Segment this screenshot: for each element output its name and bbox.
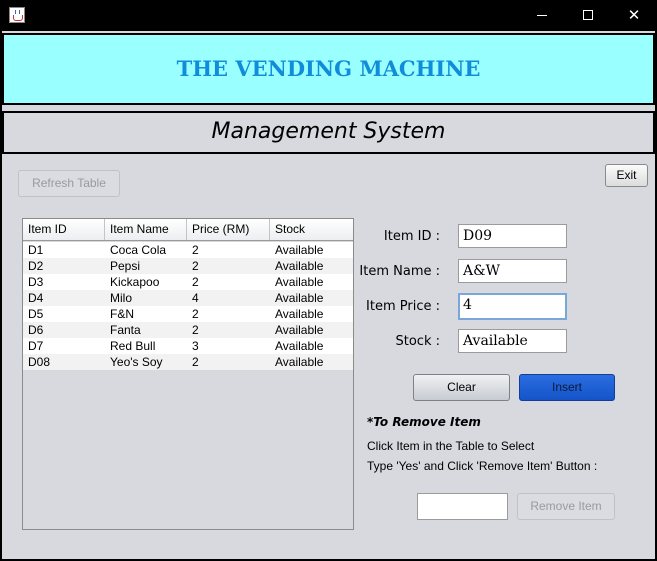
table-cell: 4 <box>192 291 199 305</box>
table-cell: Coca Cola <box>110 243 167 257</box>
items-table[interactable]: Item ID Item Name Price (RM) Stock D1 Coc… <box>22 218 354 530</box>
table-cell: D5 <box>28 307 44 321</box>
close-icon: ✕ <box>627 6 641 24</box>
table-cell: D1 <box>28 243 44 257</box>
table-cell: Available <box>275 339 324 353</box>
table-cell: Milo <box>110 291 133 305</box>
column-header-price[interactable]: Price (RM) <box>187 219 270 240</box>
table-row[interactable]: D08 Yeo's Soy 2 Available <box>23 354 353 370</box>
table-cell: Available <box>275 323 324 337</box>
page-subtitle: Management System <box>211 119 446 144</box>
table-cell: 2 <box>192 259 199 273</box>
item-price-label: Item Price : <box>366 299 440 314</box>
title-bar: ✕ <box>0 0 657 31</box>
table-cell: F&N <box>110 307 134 321</box>
remove-instruction-1: Click Item in the Table to Select <box>367 439 535 453</box>
table-cell: D4 <box>28 291 44 305</box>
table-cell: Red Bull <box>110 339 156 353</box>
table-cell: 2 <box>192 323 199 337</box>
column-header-item-id[interactable]: Item ID <box>23 219 105 240</box>
maximize-icon <box>583 10 593 20</box>
header-banner: THE VENDING MACHINE <box>2 33 655 105</box>
main-panel: THE VENDING MACHINE Management System Re… <box>2 31 655 559</box>
table-cell: 3 <box>192 339 199 353</box>
table-cell: Yeo's Soy <box>110 355 163 369</box>
table-row[interactable]: D4 Milo 4 Available <box>23 290 353 306</box>
remove-item-button[interactable]: Remove Item <box>517 493 615 520</box>
table-cell: 2 <box>192 243 199 257</box>
clear-button[interactable]: Clear <box>413 374 510 401</box>
close-button[interactable]: ✕ <box>611 0 657 31</box>
table-cell: Available <box>275 355 324 369</box>
column-header-item-name[interactable]: Item Name <box>105 219 187 240</box>
table-cell: D6 <box>28 323 44 337</box>
stock-field[interactable]: Available <box>458 329 567 353</box>
table-cell: 2 <box>192 275 199 289</box>
minimize-button[interactable] <box>519 0 565 31</box>
remove-item-heading: *To Remove Item <box>367 415 481 429</box>
item-name-field[interactable]: A&W <box>458 259 567 283</box>
exit-button[interactable]: Exit <box>605 164 648 187</box>
remove-confirm-input[interactable] <box>417 493 508 520</box>
column-header-stock[interactable]: Stock <box>270 219 353 240</box>
table-cell: Kickapoo <box>110 275 160 289</box>
table-cell: Available <box>275 275 324 289</box>
table-cell: 2 <box>192 355 199 369</box>
item-id-label: Item ID : <box>383 229 440 244</box>
table-cell: Available <box>275 307 324 321</box>
minimize-icon <box>537 15 547 16</box>
table-cell: Available <box>275 243 324 257</box>
page-title: THE VENDING MACHINE <box>176 56 481 81</box>
maximize-button[interactable] <box>565 0 611 31</box>
table-cell: D08 <box>28 355 51 369</box>
table-row[interactable]: D5 F&N 2 Available <box>23 306 353 322</box>
table-row[interactable]: D7 Red Bull 3 Available <box>23 338 353 354</box>
java-cup-icon <box>9 7 25 23</box>
table-cell: Fanta <box>110 323 141 337</box>
table-row[interactable]: D2 Pepsi 2 Available <box>23 258 353 274</box>
subtitle-banner: Management System <box>2 111 655 154</box>
item-id-field[interactable]: D09 <box>458 224 567 248</box>
remove-instruction-2: Type 'Yes' and Click 'Remove Item' Butto… <box>367 459 598 473</box>
table-row[interactable]: D3 Kickapoo 2 Available <box>23 274 353 290</box>
table-cell: D7 <box>28 339 44 353</box>
insert-button[interactable]: Insert <box>519 374 615 401</box>
table-cell: D2 <box>28 259 44 273</box>
item-price-field[interactable]: 4 <box>458 293 567 320</box>
table-cell: Available <box>275 259 324 273</box>
table-cell: Available <box>275 291 324 305</box>
table-cell: 2 <box>192 307 199 321</box>
table-row[interactable]: D1 Coca Cola 2 Available <box>23 242 353 258</box>
table-header: Item ID Item Name Price (RM) Stock <box>23 219 353 241</box>
table-cell: Pepsi <box>110 259 141 273</box>
table-row[interactable]: D6 Fanta 2 Available <box>23 322 353 338</box>
stock-label: Stock : <box>395 334 441 349</box>
table-cell: D3 <box>28 275 44 289</box>
item-name-label: Item Name : <box>359 264 440 279</box>
refresh-table-button[interactable]: Refresh Table <box>18 170 120 197</box>
